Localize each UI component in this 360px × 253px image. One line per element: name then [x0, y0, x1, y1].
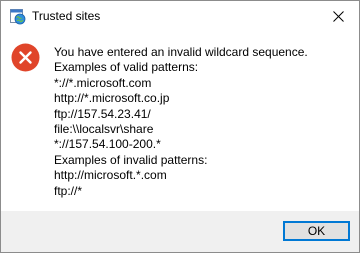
message-line: file:\\localsvr\share — [54, 122, 154, 137]
title-bar[interactable]: Trusted sites — [1, 1, 359, 32]
message-line: *://*.microsoft.com — [54, 75, 152, 90]
ok-button[interactable]: OK — [283, 221, 350, 241]
message-line: http://*.microsoft.co.jp — [54, 91, 170, 106]
message-line: Examples of invalid patterns: — [54, 152, 208, 167]
dialog-content: You have entered an invalid wildcard seq… — [1, 32, 359, 211]
message-line: Examples of valid patterns: — [54, 60, 199, 75]
close-button[interactable] — [319, 1, 359, 32]
message-line: *://157.54.100-200.* — [54, 137, 161, 152]
internet-options-icon — [9, 8, 26, 25]
error-message: You have entered an invalid wildcard seq… — [54, 45, 354, 199]
message-line: ftp://157.54.23.41/ — [54, 106, 151, 121]
message-line: ftp://* — [54, 183, 83, 198]
error-icon — [11, 43, 40, 72]
close-icon — [333, 11, 344, 22]
button-bar: OK — [1, 211, 359, 252]
window-title: Trusted sites — [32, 9, 101, 23]
message-line: http://microsoft.*.com — [54, 168, 167, 183]
message-line: You have entered an invalid wildcard seq… — [54, 45, 308, 59]
trusted-sites-error-dialog: Trusted sites You have entered an invali… — [0, 0, 360, 253]
